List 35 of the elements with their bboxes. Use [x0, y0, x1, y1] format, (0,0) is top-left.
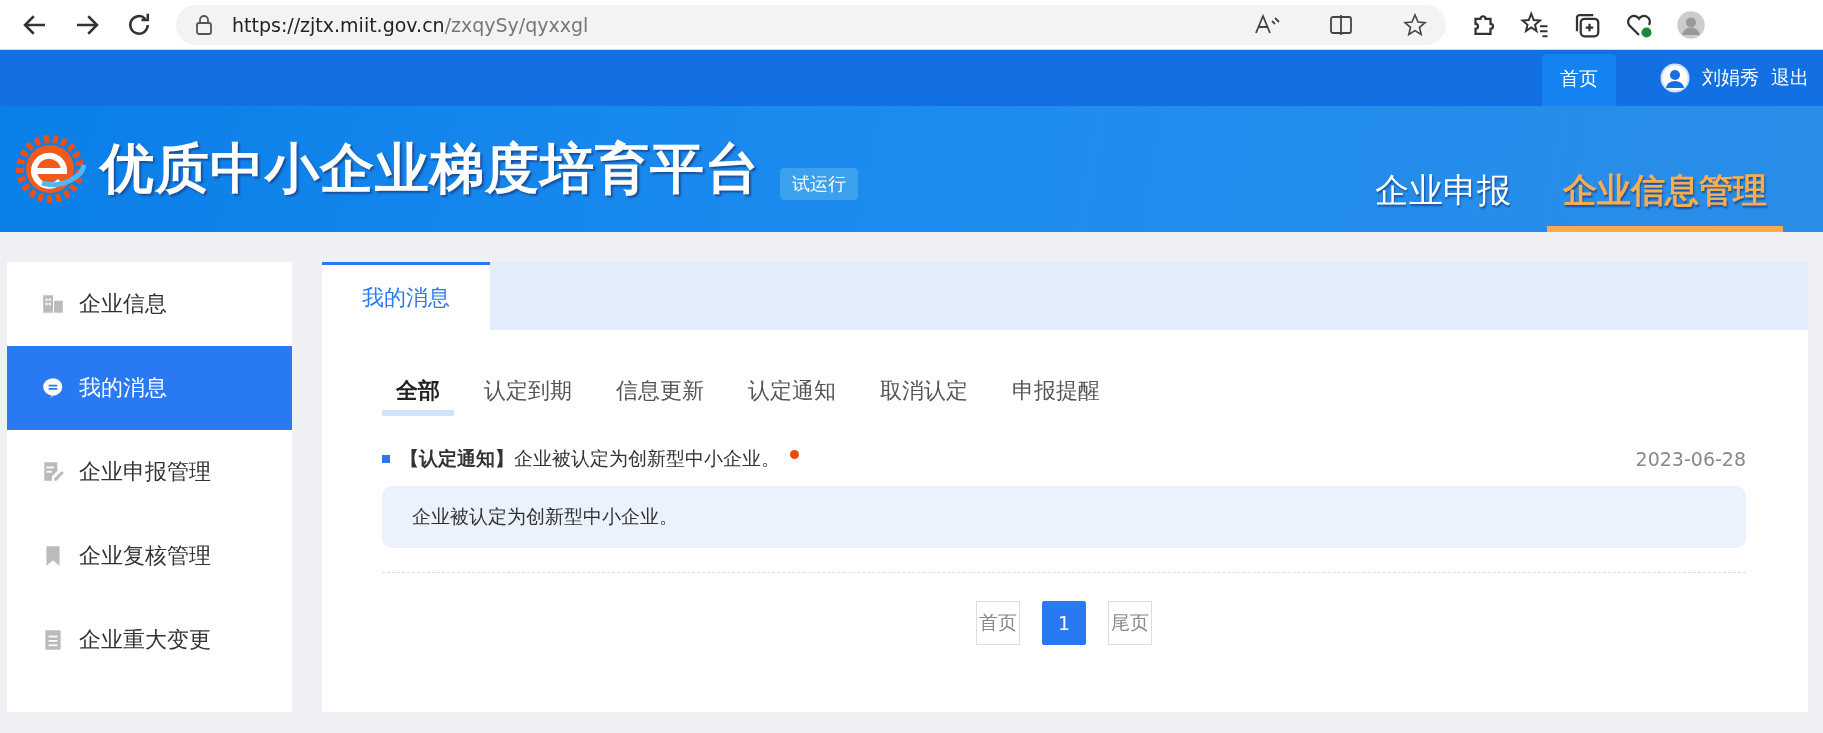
star-icon[interactable]: [1402, 12, 1428, 37]
page-button[interactable]: 1: [1042, 601, 1086, 645]
sidebar-item[interactable]: 企业重大变更: [7, 598, 292, 682]
user-name: 刘娟秀: [1702, 65, 1759, 90]
filter-tab[interactable]: 申报提醒: [998, 376, 1114, 416]
sidebar-item[interactable]: 企业信息: [7, 262, 292, 346]
sidebar-item[interactable]: 企业复核管理: [7, 514, 292, 598]
edit-icon: [41, 460, 65, 484]
last-page-button[interactable]: 尾页: [1108, 601, 1152, 645]
url-text: https://zjtx.miit.gov.cn/zxqySy/qyxxgl: [232, 13, 589, 36]
chat-icon: [41, 376, 65, 400]
split-screen-icon[interactable]: [1328, 12, 1354, 37]
filter-tab[interactable]: 认定通知: [734, 376, 850, 416]
sidebar-item[interactable]: 企业申报管理: [7, 430, 292, 514]
message-title[interactable]: 【认定通知】企业被认定为创新型中小企业。: [400, 446, 780, 472]
profile-avatar[interactable]: [1676, 9, 1706, 40]
home-link[interactable]: 首页: [1542, 54, 1616, 106]
first-page-button[interactable]: 首页: [976, 601, 1020, 645]
user-avatar-icon: [1660, 63, 1690, 93]
panel-tab[interactable]: 我的消息: [322, 262, 490, 330]
address-bar[interactable]: https://zjtx.miit.gov.cn/zxqySy/qyxxgl: [176, 4, 1446, 45]
building-icon: [41, 292, 65, 316]
favorites-icon[interactable]: [1520, 9, 1550, 40]
message-date: 2023-06-28: [1635, 448, 1746, 470]
filter-tab[interactable]: 全部: [382, 376, 454, 416]
lock-icon: [194, 13, 214, 36]
filter-tab[interactable]: 认定到期: [470, 376, 586, 416]
logout-link[interactable]: 退出: [1771, 65, 1809, 91]
filter-tab[interactable]: 取消认定: [866, 376, 982, 416]
platform-title: 优质中小企业梯度培育平台: [100, 135, 760, 202]
message-body: 企业被认定为创新型中小企业。: [382, 486, 1746, 548]
bullet-icon: [382, 455, 390, 463]
trial-badge: 试运行: [780, 168, 858, 200]
sidebar-item[interactable]: 我的消息: [7, 346, 292, 430]
filter-tab[interactable]: 信息更新: [602, 376, 718, 416]
